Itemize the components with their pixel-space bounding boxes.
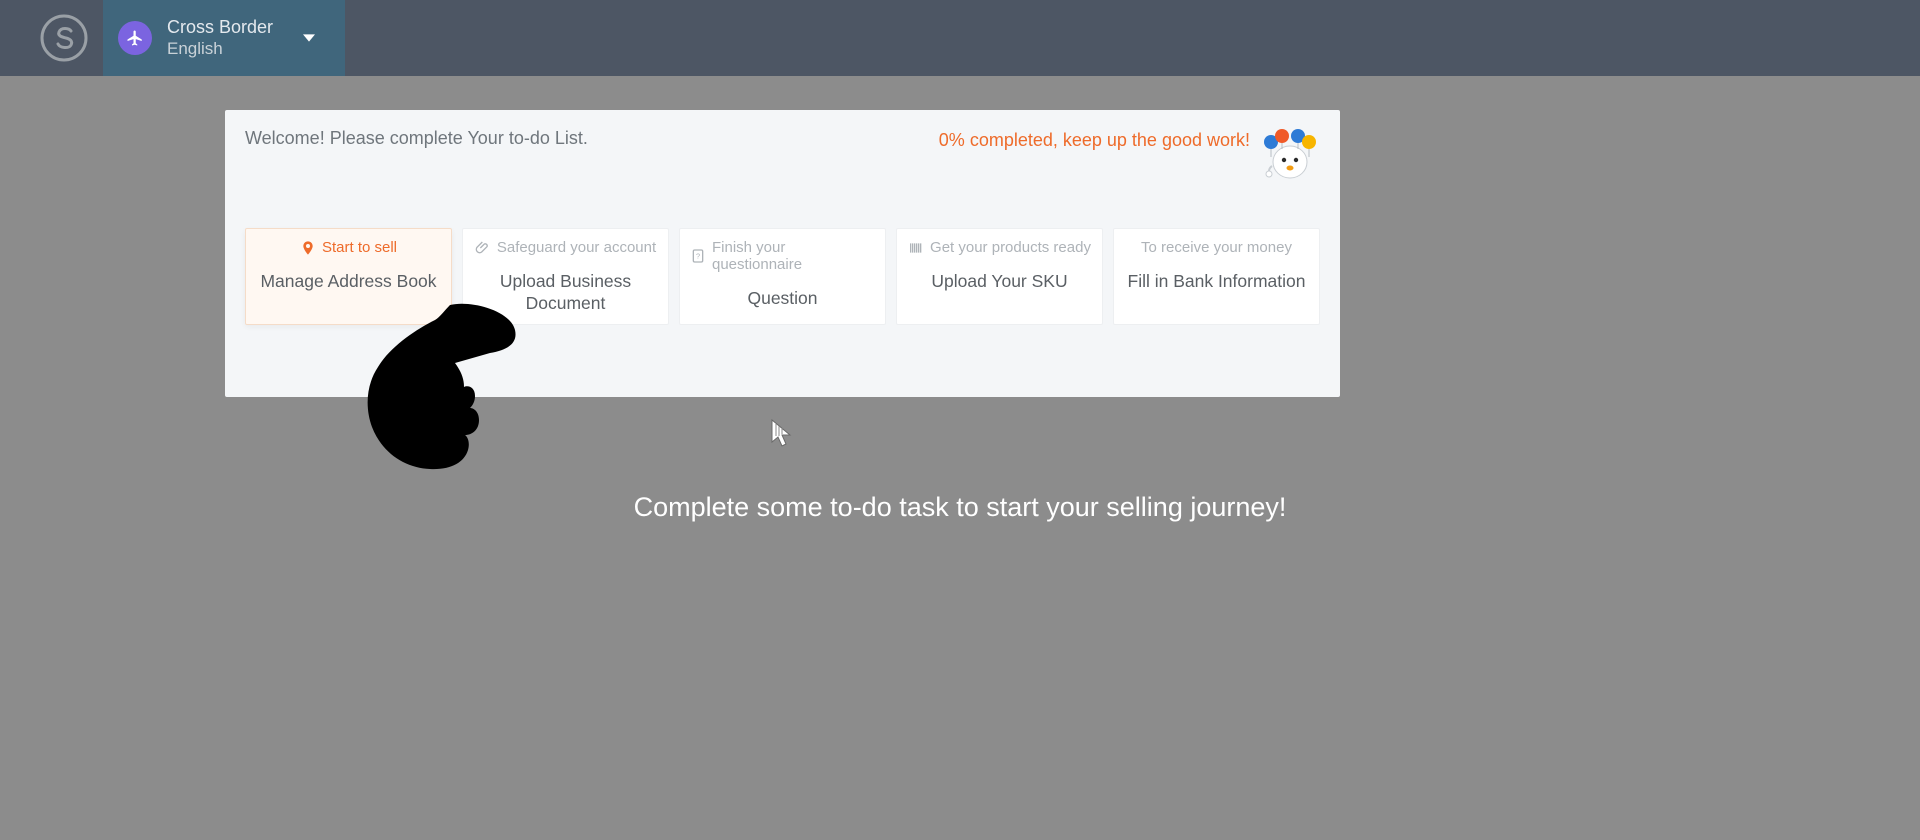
tile-questionnaire[interactable]: ? Finish your questionnaire Question — [679, 228, 886, 325]
tile-body-label: Upload Your SKU — [931, 270, 1067, 292]
question-doc-icon: ? — [690, 248, 706, 264]
todo-card: Welcome! Please complete Your to-do List… — [225, 110, 1340, 397]
region-language: English — [167, 38, 273, 60]
cursor-icon — [770, 418, 794, 448]
region-selector[interactable]: Cross Border English — [103, 0, 345, 76]
tile-body-label: Manage Address Book — [260, 270, 436, 292]
svg-text:?: ? — [696, 252, 700, 261]
tile-safeguard-account[interactable]: Safeguard your account Upload Business D… — [462, 228, 669, 325]
progress-text: 0% completed, keep up the good work! — [939, 130, 1250, 151]
todo-tiles: Start to sell Manage Address Book Safegu… — [245, 228, 1320, 325]
app-logo — [40, 14, 88, 62]
tile-products-ready[interactable]: Get your products ready Upload Your SKU — [896, 228, 1103, 325]
chevron-down-icon — [303, 29, 315, 47]
tile-head-label: To receive your money — [1141, 239, 1292, 256]
location-pin-icon — [300, 240, 316, 256]
airplane-icon — [118, 21, 152, 55]
progress-wrap: 0% completed, keep up the good work! — [939, 128, 1320, 183]
barcode-icon — [908, 240, 924, 256]
mascot-icon — [1260, 128, 1320, 183]
welcome-text: Welcome! Please complete Your to-do List… — [245, 128, 588, 149]
region-text: Cross Border English — [167, 16, 273, 60]
paperclip-icon — [475, 240, 491, 256]
tile-start-to-sell[interactable]: Start to sell Manage Address Book — [245, 228, 452, 325]
todo-card-header: Welcome! Please complete Your to-do List… — [245, 128, 1320, 183]
tile-body-label: Fill in Bank Information — [1128, 270, 1306, 292]
tile-head-label: Safeguard your account — [497, 239, 656, 256]
tile-head-label: Finish your questionnaire — [712, 239, 875, 273]
region-title: Cross Border — [167, 16, 273, 38]
tile-body-label: Upload Business Document — [473, 270, 658, 314]
tile-head-label: Get your products ready — [930, 239, 1091, 256]
tile-head-label: Start to sell — [322, 239, 397, 256]
top-bar: Cross Border English — [0, 0, 1920, 76]
tile-receive-money[interactable]: To receive your money Fill in Bank Infor… — [1113, 228, 1320, 325]
tagline-text: Complete some to-do task to start your s… — [0, 492, 1920, 523]
tile-body-label: Question — [747, 287, 817, 309]
